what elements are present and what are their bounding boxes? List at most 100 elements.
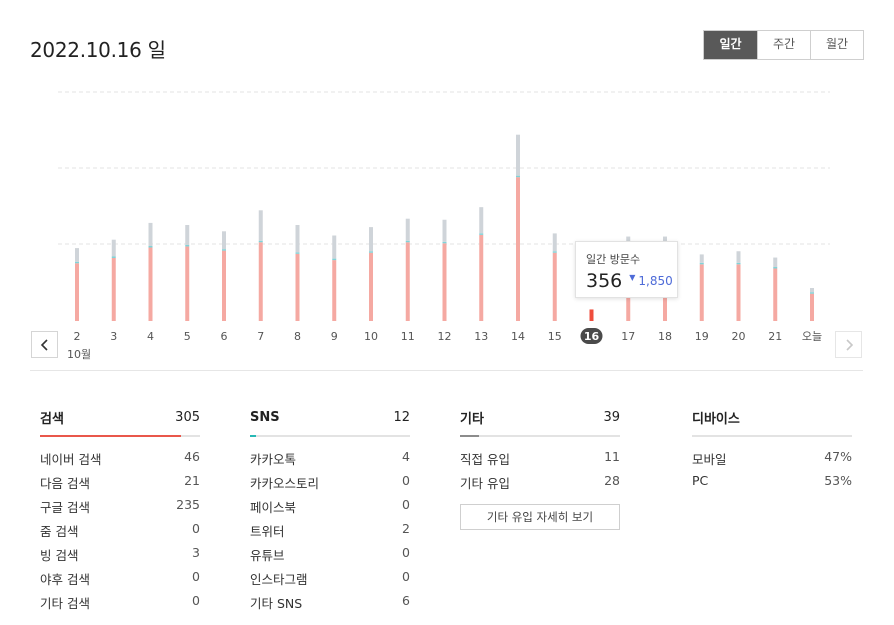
bar-direct [589, 309, 594, 321]
bar-direct [552, 252, 557, 321]
bar-divider [552, 251, 557, 253]
tab-daily[interactable]: 일간 [704, 31, 757, 59]
stat-item-label: 트위터 [250, 524, 285, 539]
bar-other [810, 288, 814, 293]
bar-direct [332, 260, 337, 321]
stat-title: SNS [250, 409, 280, 425]
list-item: 구글 검색 235 [40, 497, 200, 521]
list-item: 카카오톡 4 [250, 449, 410, 473]
bar-other [369, 227, 373, 252]
stat-header: 디바이스 [692, 405, 852, 429]
bar-divider [810, 292, 814, 294]
prev-date-button[interactable] [31, 331, 58, 358]
bar-divider [295, 252, 300, 254]
bar-direct [405, 242, 410, 321]
stat-item-label: 줌 검색 [40, 524, 79, 539]
list-item: 기타 검색 0 [40, 593, 200, 617]
bar-other [405, 218, 410, 241]
bar-direct [295, 253, 300, 321]
list-item: 줌 검색 0 [40, 521, 200, 545]
bar-direct [258, 242, 263, 321]
bar-other [222, 231, 226, 250]
tab-weekly[interactable]: 주간 [757, 31, 810, 59]
stat-item-value: 235 [176, 497, 200, 512]
stat-item-label: 빙 검색 [40, 548, 79, 563]
stat-device: 디바이스모바일 47% PC 53% [692, 405, 852, 497]
stat-title: 기타 [460, 411, 484, 427]
bar-direct [736, 264, 741, 321]
stat-item-value: 0 [402, 473, 410, 488]
stat-item-value: 2 [402, 521, 410, 536]
chevron-right-icon [845, 338, 853, 351]
stat-item-label: 카카오톡 [250, 452, 297, 467]
list-item: 인스타그램 0 [250, 569, 410, 593]
stat-item-label: 다음 검색 [40, 476, 90, 491]
caret-down-icon: ▼ [629, 273, 636, 282]
list-item: PC 53% [692, 473, 852, 497]
x-tick-label: 16 [584, 330, 600, 343]
stat-item-value: 11 [604, 449, 620, 464]
stat-item-value: 53% [824, 473, 852, 488]
bar-divider [479, 233, 484, 235]
bar-direct [516, 177, 520, 321]
stat-item-label: 구글 검색 [40, 500, 90, 515]
stat-total: 12 [393, 409, 410, 425]
bar-other [111, 239, 116, 257]
stat-item-value: 4 [402, 449, 410, 464]
tab-monthly[interactable]: 월간 [810, 31, 863, 59]
x-tick-label: 오늘 [802, 330, 822, 343]
bar-divider [332, 258, 337, 261]
next-date-button[interactable] [835, 331, 862, 358]
bar-other [258, 210, 263, 241]
bar-direct [773, 268, 778, 321]
x-tick-label: 10 [364, 330, 378, 343]
month-label: 10월 [67, 348, 92, 361]
stat-item-value: 0 [192, 521, 200, 536]
bar-divider [258, 240, 263, 243]
list-item: 모바일 47% [692, 449, 852, 473]
stat-item-value: 28 [604, 473, 620, 488]
x-tick-label: 14 [511, 330, 525, 343]
bar-direct [75, 263, 79, 321]
bar-divider [75, 261, 79, 264]
stat-item-value: 0 [402, 545, 410, 560]
stat-item-value: 46 [184, 449, 200, 464]
other-inflow-detail-button[interactable]: 기타 유입 자세히 보기 [460, 504, 620, 530]
stat-item-value: 0 [192, 593, 200, 608]
bar-direct [148, 247, 153, 321]
x-tick-label: 19 [695, 330, 709, 343]
bar-divider [736, 262, 741, 265]
bar-direct [185, 246, 190, 321]
tooltip-value: 356 [586, 270, 623, 292]
tooltip-label: 일간 방문수 [586, 253, 641, 266]
bar-other [773, 257, 778, 267]
list-item: 빙 검색 3 [40, 545, 200, 569]
bar-other [332, 235, 337, 259]
bar-divider [222, 249, 226, 251]
stat-item-value: 0 [402, 497, 410, 512]
stat-header: 기타 39 [460, 405, 620, 429]
stat-total: 39 [603, 409, 620, 425]
stat-progress-fill [250, 435, 257, 437]
stat-progress-fill [40, 435, 181, 437]
stat-other: 기타 39 직접 유입 11 기타 유입 28 기타 유입 자세히 보기 [460, 405, 620, 530]
bar-divider [405, 240, 410, 243]
stat-item-label: 유튜브 [250, 548, 285, 563]
bar-divider [111, 256, 116, 258]
stat-item-value: 0 [192, 569, 200, 584]
bar-divider [185, 244, 190, 247]
stat-total: 305 [175, 409, 200, 425]
bar-other [699, 254, 704, 263]
x-tick-label: 11 [401, 330, 415, 343]
page-title: 2022.10.16 일 [30, 38, 166, 62]
stat-progress [40, 435, 200, 437]
stat-item-label: 모바일 [692, 452, 727, 467]
x-tick-label: 5 [184, 330, 191, 343]
list-item: 유튜브 0 [250, 545, 410, 569]
section-divider [30, 370, 863, 371]
bar-direct [222, 250, 226, 321]
x-tick-label: 6 [221, 330, 228, 343]
bar-other [442, 219, 447, 242]
stat-title: 디바이스 [692, 411, 740, 427]
stat-progress-fill [460, 435, 480, 437]
